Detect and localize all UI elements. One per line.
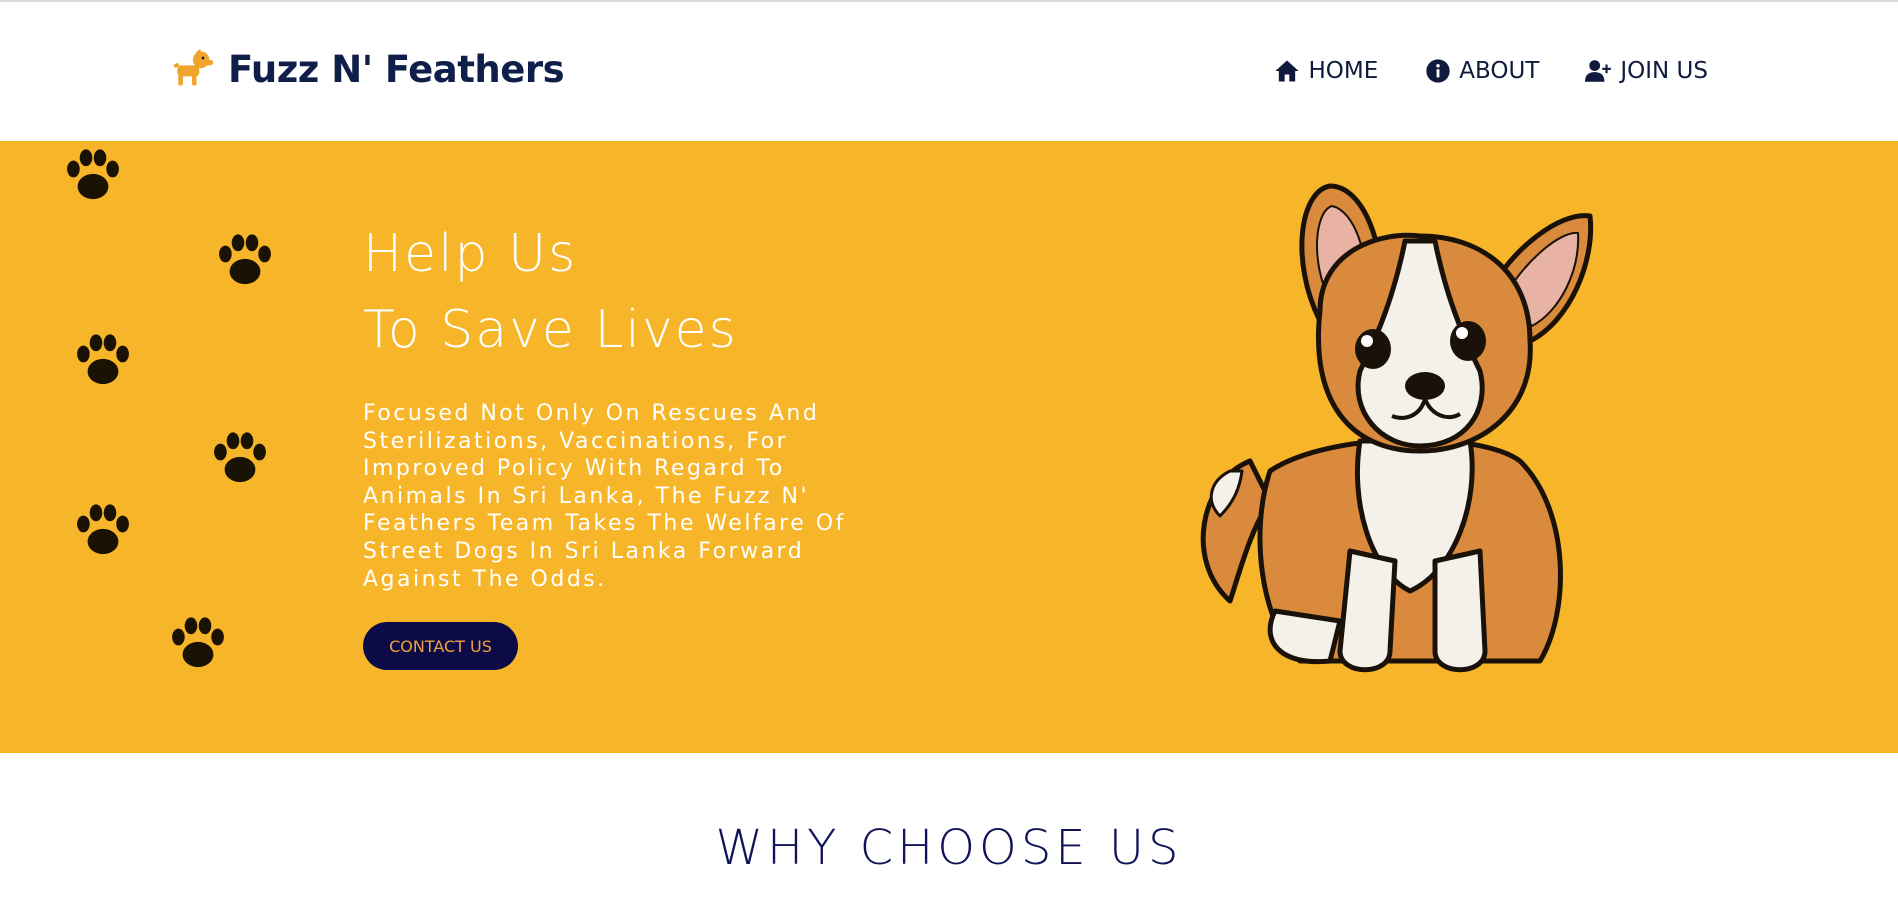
nav-about[interactable]: ABOUT [1424, 57, 1539, 85]
nav-join-us-label: JOIN US [1620, 58, 1708, 84]
nav-join-us[interactable]: JOIN US [1585, 57, 1708, 85]
hero-description: Focused Not Only On Rescues And Steriliz… [363, 401, 846, 592]
hero-banner: Help Us To Save Lives Focused Not Only O… [0, 141, 1898, 753]
main-nav: HOME ABOUT JOIN US [1273, 57, 1708, 85]
brand-name: Fuzz N' Feathers [228, 47, 565, 91]
home-icon [1275, 60, 1300, 82]
corgi-puppy-illustration [1200, 183, 1594, 673]
nav-home-label: HOME [1308, 58, 1379, 84]
nav-home[interactable]: HOME [1273, 57, 1378, 85]
contact-us-button[interactable]: CONTACT US [363, 622, 518, 670]
paw-print-icon [68, 326, 138, 396]
info-icon [1426, 59, 1450, 83]
nav-about-label: ABOUT [1459, 58, 1540, 84]
paw-print-icon [163, 609, 233, 679]
paw-print-icon [210, 226, 280, 296]
site-header: Fuzz N' Feathers HOME ABOUT JOIN US [0, 2, 1898, 141]
section-heading: WHY CHOOSE US [715, 820, 1183, 876]
paw-print-icon [68, 496, 138, 566]
user-plus-icon [1585, 60, 1612, 82]
hero-title-line1: Help Us [363, 224, 578, 284]
hero-title-line2: To Save Lives [363, 300, 738, 360]
hero-title: Help Us To Save Lives [363, 216, 738, 368]
dog-icon [173, 48, 214, 86]
paw-print-icon [48, 141, 138, 211]
paw-print-icon [205, 424, 275, 494]
brand-logo[interactable]: Fuzz N' Feathers [170, 47, 565, 91]
